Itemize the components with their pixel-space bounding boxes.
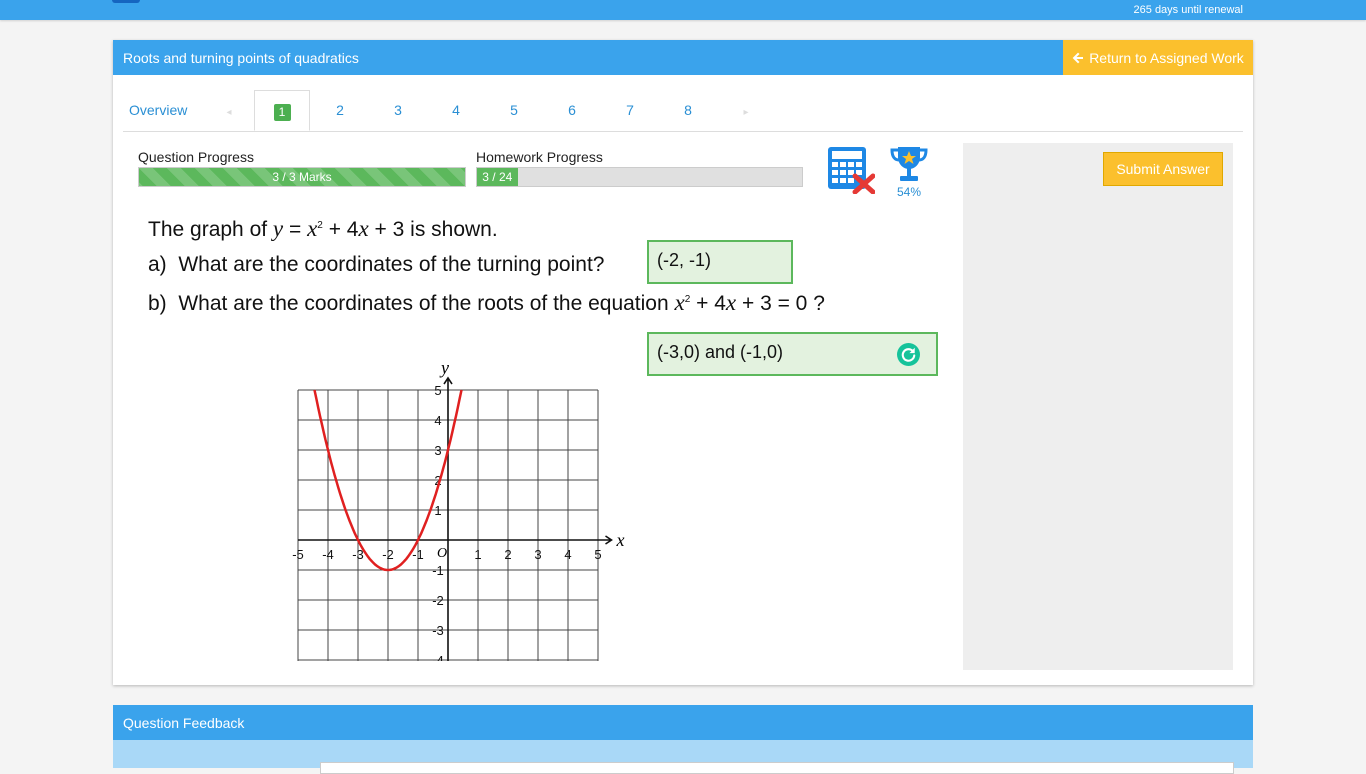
y-tick-label: 3 xyxy=(434,443,441,458)
tab-question-3[interactable]: 3 xyxy=(378,90,418,131)
x-axis-label: x xyxy=(616,530,625,550)
q-text: = xyxy=(283,218,308,241)
question-tabs: Overview ◂ 1 2 3 4 5 6 7 8 ▸ xyxy=(123,90,1243,132)
y-tick-label: 1 xyxy=(434,503,441,518)
homework-progress-fill: 3 / 24 xyxy=(477,168,518,186)
origin-label: O xyxy=(437,546,447,561)
panel-header: Roots and turning points of quadratics R… xyxy=(113,40,1253,75)
question-part-a: a) What are the coordinates of the turni… xyxy=(148,253,604,277)
y-tick-label: -1 xyxy=(432,563,444,578)
var-y: y xyxy=(272,216,284,241)
q-text: + 4 xyxy=(690,292,726,315)
q-text: + 4 xyxy=(322,218,359,241)
tab-label: 6 xyxy=(568,102,576,118)
x-tick-label: -4 xyxy=(322,547,334,562)
tab-question-2[interactable]: 2 xyxy=(320,90,360,131)
tab-label: 5 xyxy=(510,102,518,118)
part-a-prefix: a) xyxy=(148,253,167,276)
answer-b-input[interactable]: (-3,0) and (-1,0) xyxy=(647,332,938,376)
var-x: x xyxy=(674,290,685,315)
y-tick-label: -2 xyxy=(432,593,444,608)
graph-tick-labels: -5-4-3-2-11234554321-1-2-3-4-5 xyxy=(292,383,601,661)
tab-overview[interactable]: Overview xyxy=(129,90,199,131)
question-feedback-header[interactable]: Question Feedback xyxy=(113,705,1253,740)
logo[interactable] xyxy=(112,0,140,3)
tab-label: 7 xyxy=(626,102,634,118)
answer-a-value: (-2, -1) xyxy=(657,250,711,270)
return-to-assigned-work-button[interactable]: Return to Assigned Work xyxy=(1063,40,1253,75)
part-b-prefix: b) xyxy=(148,292,167,315)
refresh-icon[interactable] xyxy=(897,343,920,366)
x-tick-label: 3 xyxy=(534,547,541,562)
feedback-body xyxy=(113,740,1253,774)
quadratic-graph: -5-4-3-2-11234554321-1-2-3-4-5 x y O xyxy=(292,358,625,661)
tab-question-7[interactable]: 7 xyxy=(610,90,650,131)
tab-label: 4 xyxy=(452,102,460,118)
y-tick-label: -3 xyxy=(432,623,444,638)
top-bar: 265 days until renewal xyxy=(0,0,1366,20)
var-x: x xyxy=(358,216,369,241)
tab-overview-label: Overview xyxy=(129,102,188,118)
tab-question-8[interactable]: 8 xyxy=(668,90,708,131)
question-progress-label: Question Progress xyxy=(138,149,254,165)
tab-question-1[interactable]: 1 xyxy=(254,90,310,131)
feedback-title: Question Feedback xyxy=(123,715,245,731)
homework-progress-label: Homework Progress xyxy=(476,149,603,165)
panel-title: Roots and turning points of quadratics xyxy=(123,50,359,66)
part-a-text: What are the coordinates of the turning … xyxy=(178,253,605,276)
tab-active-badge: 1 xyxy=(273,104,291,121)
x-tick-label: -2 xyxy=(382,547,394,562)
answer-a-input[interactable]: (-2, -1) xyxy=(647,240,793,284)
x-tick-label: 5 xyxy=(594,547,601,562)
renewal-text: 265 days until renewal xyxy=(1133,4,1243,16)
trophy-icon xyxy=(890,147,928,181)
question-line-1: The graph of y = x2 + 4x + 3 is shown. xyxy=(148,216,498,242)
y-tick-label: -4 xyxy=(432,653,444,661)
question-progress-bar: 3 / 3 Marks xyxy=(138,167,466,187)
question-panel: Roots and turning points of quadratics R… xyxy=(113,40,1253,685)
var-x: x xyxy=(307,216,318,241)
y-tick-label: 4 xyxy=(434,413,441,428)
q-text: The graph of xyxy=(148,218,273,241)
question-part-b: b) What are the coordinates of the roots… xyxy=(148,290,825,316)
tab-label: 8 xyxy=(684,102,692,118)
q-text: + 3 is shown. xyxy=(368,218,498,241)
y-axis-label: y xyxy=(439,358,449,378)
tab-question-6[interactable]: 6 xyxy=(552,90,592,131)
homework-progress-bar: 3 / 24 xyxy=(476,167,803,187)
tab-label: 2 xyxy=(336,102,344,118)
question-progress-fill: 3 / 3 Marks xyxy=(139,168,465,186)
answer-b-value: (-3,0) and (-1,0) xyxy=(657,342,784,362)
trophy-percent: 54% xyxy=(896,185,922,199)
x-tick-label: 4 xyxy=(564,547,571,562)
return-label: Return to Assigned Work xyxy=(1089,49,1244,66)
next-arrow-icon[interactable]: ▸ xyxy=(736,90,756,131)
q-text: + 3 = 0 ? xyxy=(736,292,825,315)
x-tick-label: -5 xyxy=(292,547,304,562)
arrow-left-icon xyxy=(1072,52,1084,63)
feedback-content xyxy=(320,762,1234,774)
tab-question-4[interactable]: 4 xyxy=(436,90,476,131)
tab-label: 3 xyxy=(394,102,402,118)
x-tick-label: 1 xyxy=(474,547,481,562)
submit-answer-button[interactable]: Submit Answer xyxy=(1103,152,1223,186)
x-tick-label: 2 xyxy=(504,547,511,562)
calculator-disabled-icon[interactable] xyxy=(827,146,875,194)
part-b-text: What are the coordinates of the roots of… xyxy=(178,292,675,315)
var-x: x xyxy=(725,290,737,315)
answer-sidebar: Submit Answer xyxy=(963,143,1233,670)
prev-arrow-icon[interactable]: ◂ xyxy=(219,90,239,131)
x-axis xyxy=(298,535,613,545)
y-tick-label: 5 xyxy=(434,383,441,398)
tab-question-5[interactable]: 5 xyxy=(494,90,534,131)
